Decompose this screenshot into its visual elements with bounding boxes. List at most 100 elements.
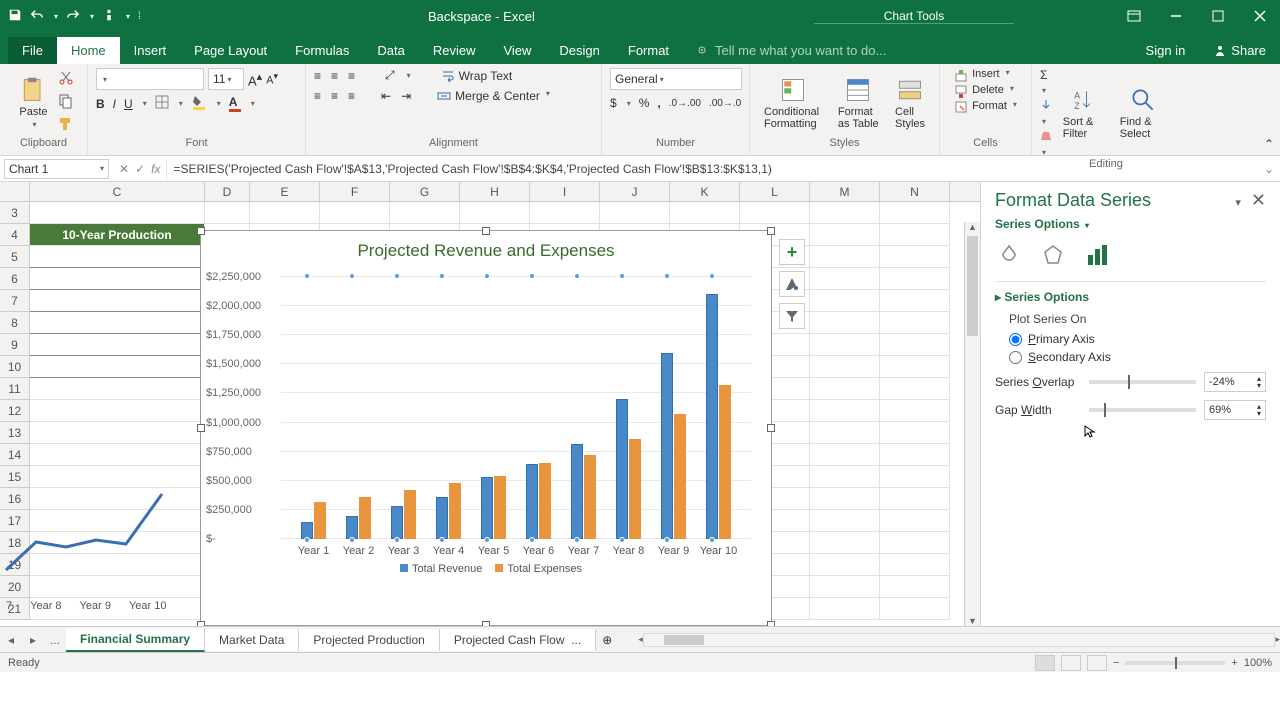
secondary-axis-radio[interactable]: Secondary Axis <box>1009 350 1266 364</box>
fill-color-icon[interactable] <box>191 94 207 113</box>
expand-formula-bar-icon[interactable]: ⌄ <box>1258 162 1280 176</box>
maximize-icon[interactable] <box>1198 0 1238 32</box>
series-options-tab-icon[interactable] <box>1083 241 1111 269</box>
copy-icon[interactable] <box>58 93 74 112</box>
column-header[interactable]: C <box>30 182 205 201</box>
worksheet-area[interactable]: CDEFGHIJKLMN 345678910111213141516171819… <box>0 182 980 626</box>
wrap-text-button[interactable]: Wrap Text <box>441 69 513 83</box>
insert-cells-button[interactable]: Insert▾ <box>954 68 1010 82</box>
tab-design[interactable]: Design <box>545 37 613 64</box>
currency-icon[interactable]: $ <box>610 96 617 110</box>
sheet-nav-prev[interactable]: ◂ <box>0 633 22 647</box>
save-icon[interactable] <box>8 8 22 25</box>
column-header[interactable]: M <box>810 182 880 201</box>
redo-icon[interactable] <box>66 8 80 25</box>
gap-width-slider[interactable] <box>1089 408 1196 412</box>
align-center-icon[interactable]: ≡ <box>331 89 338 103</box>
column-header[interactable]: H <box>460 182 530 201</box>
column-header[interactable]: L <box>740 182 810 201</box>
tab-insert[interactable]: Insert <box>120 37 181 64</box>
autosum-icon[interactable]: Σ ▾ <box>1040 68 1053 96</box>
page-layout-view-button[interactable] <box>1061 655 1081 671</box>
italic-button[interactable]: I <box>113 97 116 111</box>
column-header[interactable]: N <box>880 182 950 201</box>
column-header[interactable]: F <box>320 182 390 201</box>
ribbon-display-icon[interactable] <box>1114 0 1154 32</box>
sheet-tab-projected-cash-flow[interactable]: Projected Cash Flow ... <box>440 629 596 651</box>
collapse-ribbon-icon[interactable]: ⌃ <box>1264 137 1274 151</box>
page-break-view-button[interactable] <box>1087 655 1107 671</box>
tab-page-layout[interactable]: Page Layout <box>180 37 281 64</box>
increase-font-icon[interactable]: A▴ <box>248 70 262 88</box>
cell-styles-button[interactable]: Cell Styles <box>889 74 931 132</box>
align-bottom-icon[interactable]: ≡ <box>348 69 355 83</box>
normal-view-button[interactable] <box>1035 655 1055 671</box>
fill-icon[interactable]: ▾ <box>1040 98 1053 127</box>
chart-styles-button[interactable] <box>779 271 805 297</box>
series-overlap-slider[interactable] <box>1089 380 1196 384</box>
fx-icon[interactable]: fx <box>151 162 160 176</box>
format-painter-icon[interactable] <box>58 116 74 135</box>
increase-decimal-icon[interactable]: .0→.00 <box>669 98 701 109</box>
find-select-button[interactable]: Find & Select <box>1114 84 1172 142</box>
sheet-tab-projected-production[interactable]: Projected Production <box>299 629 439 651</box>
tell-me-input[interactable]: Tell me what you want to do... <box>683 37 1132 64</box>
sheet-nav-more[interactable]: ... <box>44 633 66 647</box>
borders-icon[interactable] <box>155 95 169 112</box>
vertical-scrollbar[interactable]: ▲ ▼ <box>964 222 980 626</box>
chart-filters-button[interactable] <box>779 303 805 329</box>
effects-tab-icon[interactable] <box>1039 241 1067 269</box>
sheet-nav-next[interactable]: ▸ <box>22 633 44 647</box>
paste-button[interactable]: Paste▾ <box>13 74 53 131</box>
tab-format[interactable]: Format <box>614 37 683 64</box>
decrease-decimal-icon[interactable]: .00→.0 <box>709 98 741 109</box>
sort-filter-button[interactable]: AZSort & Filter <box>1057 84 1110 142</box>
delete-cells-button[interactable]: Delete▾ <box>954 84 1014 98</box>
merge-center-button[interactable]: Merge & Center▾ <box>437 89 550 103</box>
cut-icon[interactable] <box>58 70 74 89</box>
conditional-formatting-button[interactable]: Conditional Formatting <box>758 74 828 132</box>
gap-width-input[interactable]: 69%▴▾ <box>1204 400 1266 420</box>
tab-file[interactable]: File <box>8 37 57 64</box>
horizontal-scrollbar[interactable]: ◂ ▸ <box>638 632 1280 648</box>
font-color-icon[interactable]: A <box>229 95 241 112</box>
tab-view[interactable]: View <box>489 37 545 64</box>
comma-icon[interactable]: , <box>657 96 660 110</box>
chart-plot-area[interactable]: $-$250,000$500,000$750,000$1,000,000$1,2… <box>281 267 751 557</box>
primary-axis-radio[interactable]: Primary Axis <box>1009 332 1266 346</box>
share-button[interactable]: Share <box>1199 37 1280 64</box>
column-header[interactable]: I <box>530 182 600 201</box>
tab-home[interactable]: Home <box>57 37 120 64</box>
sheet-tab-market-data[interactable]: Market Data <box>205 629 299 651</box>
format-cells-button[interactable]: Format▾ <box>954 100 1017 114</box>
zoom-in-button[interactable]: + <box>1231 657 1237 669</box>
sheet-tab-financial-summary[interactable]: Financial Summary <box>66 628 205 652</box>
series-overlap-input[interactable]: -24%▴▾ <box>1204 372 1266 392</box>
align-right-icon[interactable]: ≡ <box>348 89 355 103</box>
tab-data[interactable]: Data <box>363 37 418 64</box>
increase-indent-icon[interactable]: ⇥ <box>401 89 411 103</box>
orientation-icon[interactable]: ⤢ <box>385 68 395 83</box>
name-box[interactable]: Chart 1▾ <box>4 159 109 179</box>
series-options-section[interactable]: ▸ Series Options <box>995 290 1266 304</box>
column-header[interactable]: G <box>390 182 460 201</box>
align-left-icon[interactable]: ≡ <box>314 89 321 103</box>
font-name-input[interactable]: ▾ <box>96 68 204 90</box>
task-pane-close-icon[interactable]: ✕ <box>1251 190 1266 210</box>
tab-review[interactable]: Review <box>419 37 490 64</box>
new-sheet-button[interactable]: ⊕ <box>596 633 618 647</box>
zoom-slider[interactable] <box>1125 661 1225 665</box>
embedded-chart[interactable]: Projected Revenue and Expenses $-$250,00… <box>200 230 772 626</box>
tab-formulas[interactable]: Formulas <box>281 37 363 64</box>
number-format-select[interactable]: General▾ <box>610 68 742 90</box>
percent-icon[interactable]: % <box>639 96 650 110</box>
zoom-out-button[interactable]: − <box>1113 657 1119 669</box>
column-header[interactable]: E <box>250 182 320 201</box>
align-middle-icon[interactable]: ≡ <box>331 69 338 83</box>
decrease-indent-icon[interactable]: ⇤ <box>381 89 391 103</box>
touch-mode-icon[interactable] <box>102 8 116 25</box>
close-icon[interactable] <box>1240 0 1280 32</box>
fill-line-tab-icon[interactable] <box>995 241 1023 269</box>
bold-button[interactable]: B <box>96 97 105 111</box>
cancel-formula-icon[interactable]: ✕ <box>119 162 129 176</box>
